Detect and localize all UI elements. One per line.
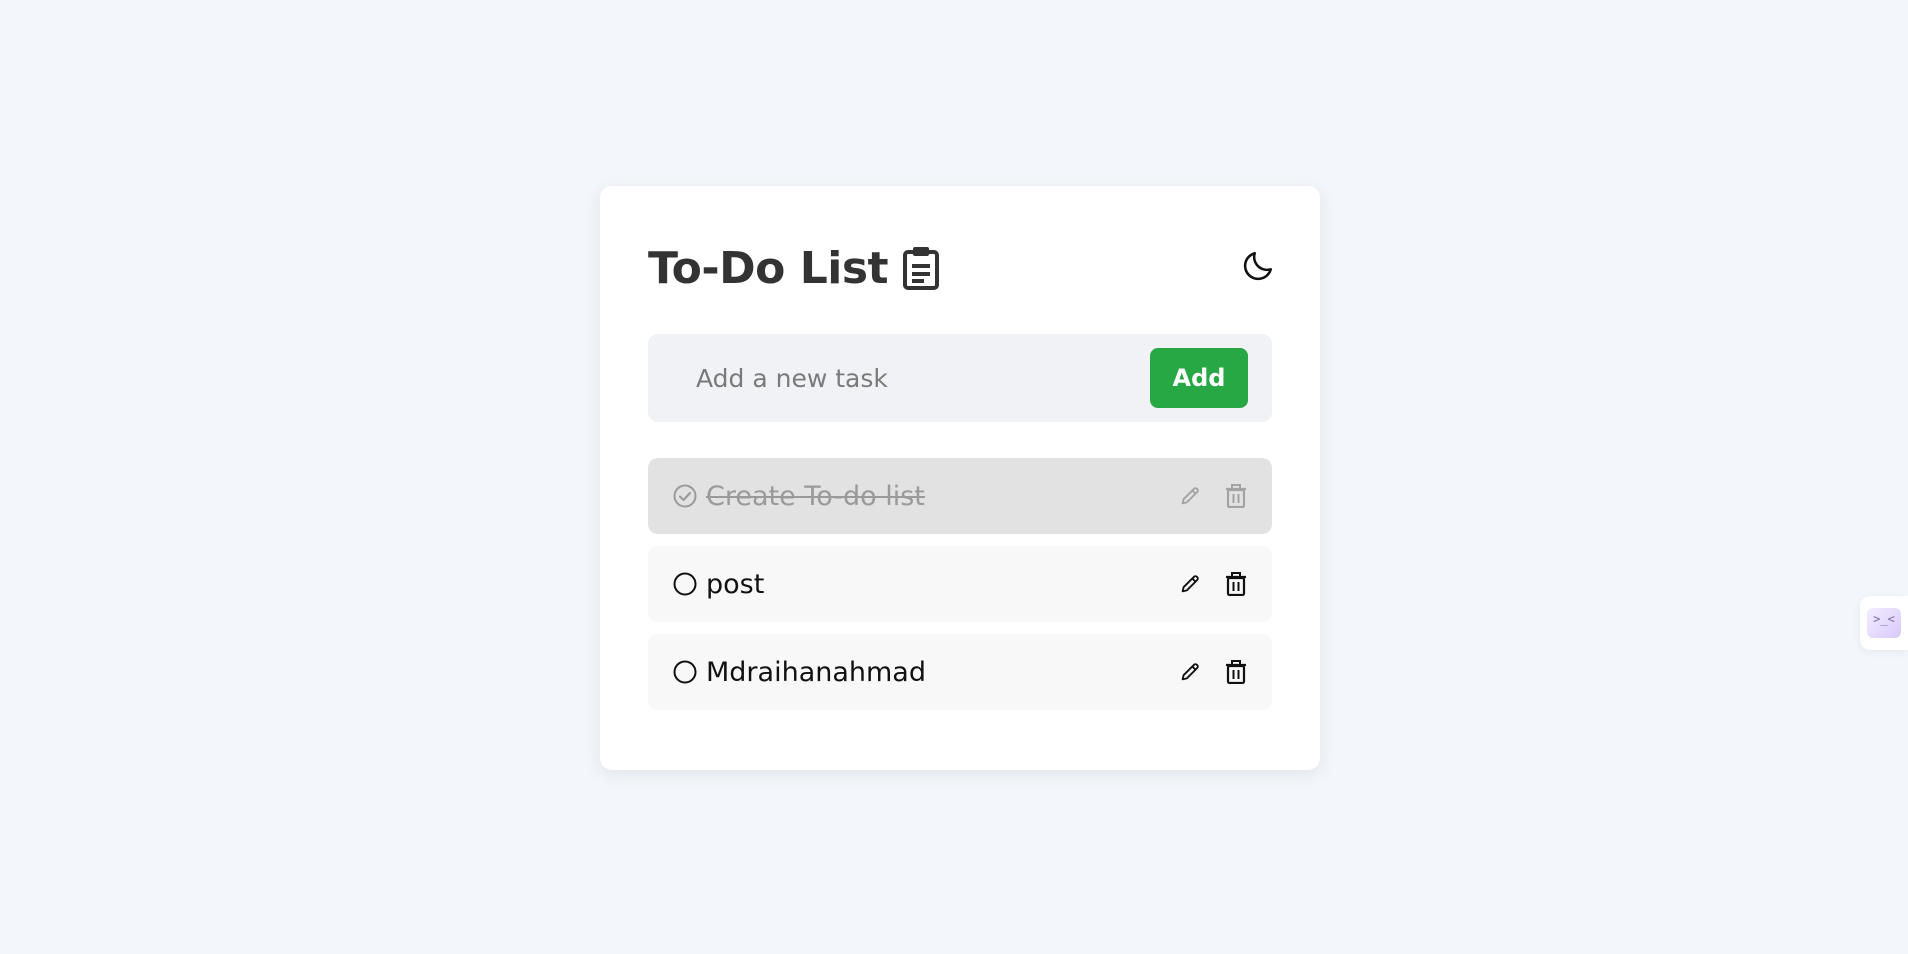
moon-icon (1240, 248, 1276, 289)
todo-card: To-Do List Add a new task Add Create To-… (600, 186, 1320, 770)
task-list: Create To-do list post Mdraihanahmad (648, 458, 1272, 722)
title-wrap: To-Do List (648, 243, 940, 294)
task-left: Mdraihanahmad (672, 657, 926, 688)
edit-icon[interactable] (1178, 660, 1202, 684)
trash-icon[interactable] (1224, 484, 1248, 508)
check-circle-icon[interactable] (672, 483, 698, 509)
task-text: Mdraihanahmad (706, 656, 926, 688)
task-item[interactable]: Create To-do list (648, 458, 1272, 534)
page-title: To-Do List (648, 242, 889, 294)
task-actions (1178, 572, 1248, 596)
new-task-row: Add (648, 334, 1272, 422)
new-task-input[interactable] (696, 363, 1116, 393)
circle-icon[interactable] (672, 659, 698, 685)
trash-icon[interactable] (1224, 572, 1248, 596)
theme-toggle-button[interactable] (1236, 246, 1280, 290)
side-widget-button[interactable]: >_< (1860, 596, 1908, 650)
header: To-Do List (648, 238, 1273, 298)
clipboard-icon (902, 246, 940, 290)
task-actions (1178, 484, 1248, 508)
task-item[interactable]: Mdraihanahmad (648, 634, 1272, 710)
edit-icon[interactable] (1178, 484, 1202, 508)
task-left: post (672, 569, 764, 600)
task-text: post (706, 568, 765, 600)
task-text: Create To-do list (706, 480, 925, 512)
trash-icon[interactable] (1224, 660, 1248, 684)
face-icon: >_< (1867, 608, 1901, 638)
edit-icon[interactable] (1178, 572, 1202, 596)
task-left: Create To-do list (672, 481, 925, 512)
task-item[interactable]: post (648, 546, 1272, 622)
add-task-button[interactable]: Add (1150, 348, 1248, 408)
task-actions (1178, 660, 1248, 684)
circle-icon[interactable] (672, 571, 698, 597)
